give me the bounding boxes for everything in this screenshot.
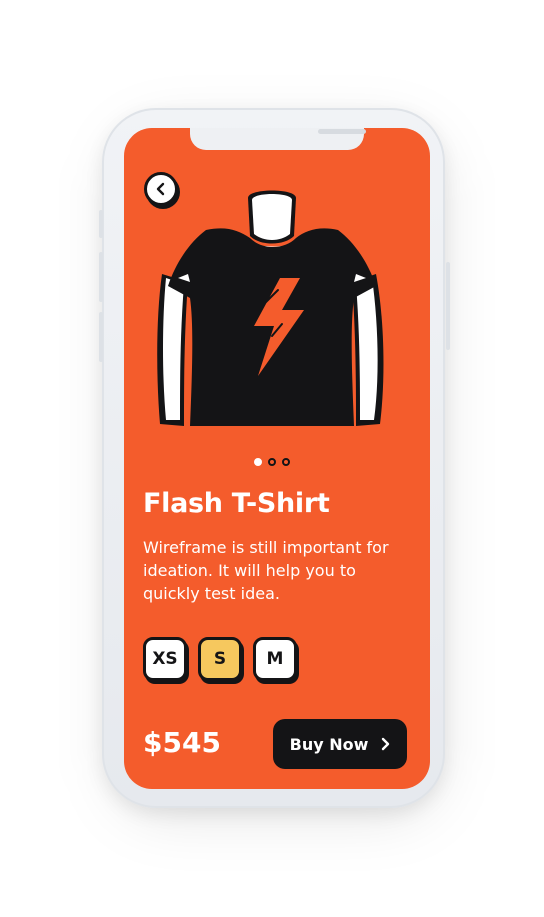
buy-now-button[interactable]: Buy Now [273, 719, 407, 769]
carousel-dot[interactable] [254, 458, 262, 466]
carousel-indicator [254, 458, 290, 466]
buy-now-label: Buy Now [289, 734, 369, 754]
phone-side-button [99, 312, 103, 362]
carousel-dot[interactable] [268, 458, 276, 466]
carousel-dot[interactable] [282, 458, 290, 466]
phone-notch [190, 128, 366, 150]
product-title: Flash T-Shirt [143, 488, 330, 519]
tshirt-image [157, 190, 384, 426]
product-description: Wireframe is still important for ideatio… [143, 538, 389, 603]
phone-side-button [99, 252, 103, 302]
speaker-grill [318, 129, 366, 134]
size-option-s[interactable]: S [198, 637, 242, 681]
product-screen: Flash T-Shirt Wireframe is still importa… [124, 128, 430, 789]
phone-side-button [99, 210, 103, 238]
chevron-right-icon [382, 737, 390, 751]
size-option-xs[interactable]: XS [143, 637, 187, 681]
product-price: $545 [143, 726, 221, 759]
size-selector: XS S M [143, 637, 297, 681]
size-option-m[interactable]: M [253, 637, 297, 681]
phone-side-button [446, 262, 450, 350]
